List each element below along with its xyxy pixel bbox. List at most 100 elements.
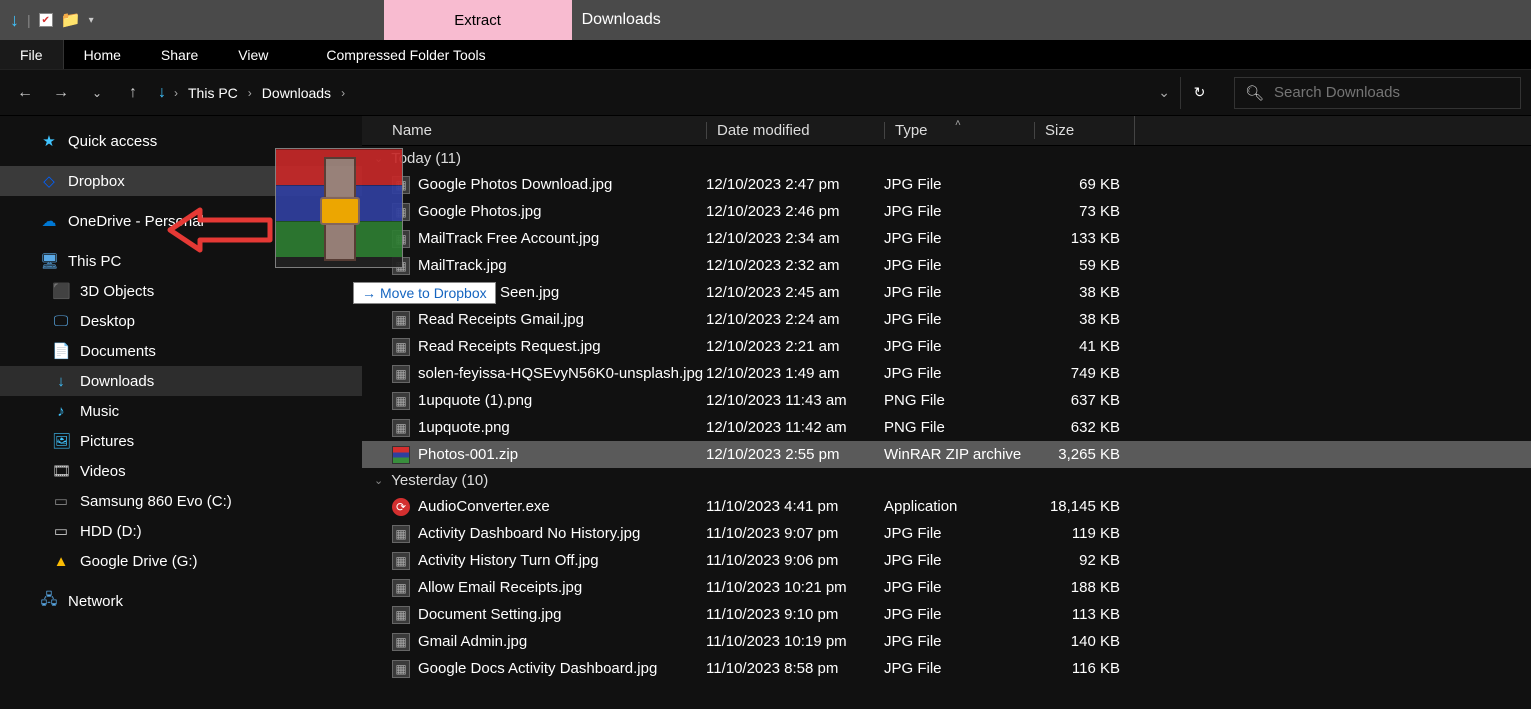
refresh-button[interactable]: ↻ [1180,77,1218,109]
file-date: 12/10/2023 2:55 pm [706,446,884,463]
file-type: JPG File [884,176,1034,193]
new-folder-icon[interactable]: 📁 [61,10,81,30]
column-header-date[interactable]: Date modified [706,122,884,139]
menu-home[interactable]: Home [64,40,141,69]
file-type: JPG File [884,552,1034,569]
file-type: JPG File [884,606,1034,623]
winrar-archive-icon [275,148,403,268]
sort-indicator-icon: ˄ [955,118,961,129]
sidebar-music[interactable]: ♪Music [0,396,362,426]
file-row[interactable]: ▦Google Docs Activity Dashboard.jpg11/10… [362,655,1531,682]
file-name: Google Docs Activity Dashboard.jpg [418,660,706,677]
sidebar-pictures[interactable]: 🖼Pictures [0,426,362,456]
sidebar-item-label: HDD (D:) [80,523,142,540]
file-type: JPG File [884,365,1034,382]
file-row[interactable]: Photos-001.zip12/10/2023 2:55 pmWinRAR Z… [362,441,1531,468]
pc-icon: 🖥 [40,252,58,270]
image-file-icon: ▦ [392,525,410,543]
file-row[interactable]: ▦Allow Email Receipts.jpg11/10/2023 10:2… [362,574,1531,601]
file-row[interactable]: ▦MailTracker Seen.jpg12/10/2023 2:45 amJ… [362,279,1531,306]
nav-back-button[interactable]: ← [10,78,40,108]
menu-share[interactable]: Share [141,40,218,69]
nav-forward-button[interactable]: → [46,78,76,108]
file-date: 11/10/2023 10:21 pm [706,579,884,596]
sidebar-documents[interactable]: 📄 Documents [0,336,362,366]
cube-icon: ⬛ [52,282,70,300]
sidebar-item-label: Dropbox [68,173,125,190]
group-header[interactable]: ⌄ Yesterday (10) [362,468,1531,493]
file-row[interactable]: ▦MailTrack.jpg12/10/2023 2:32 amJPG File… [362,252,1531,279]
nav-up-button[interactable]: ↑ [118,78,148,108]
file-date: 12/10/2023 11:42 am [706,419,884,436]
file-name: 1upquote (1).png [418,392,706,409]
sidebar-drive-d[interactable]: ▭ HDD (D:) [0,516,362,546]
group-header[interactable]: ⌄Today (11) [362,146,1531,171]
sidebar-3d-objects[interactable]: ⬛3D Objects [0,276,362,306]
nav-history-dropdown[interactable]: ⌄ [82,78,112,108]
file-size: 38 KB [1034,311,1130,328]
image-file-icon: ▦ [392,365,410,383]
menu-file[interactable]: File [0,40,64,69]
sidebar-network[interactable]: 🖧Network [0,586,362,616]
menu-view[interactable]: View [218,40,288,69]
column-header-size[interactable]: Size [1034,122,1134,139]
file-row[interactable]: ▦Google Photos.jpg12/10/2023 2:46 pmJPG … [362,198,1531,225]
chevron-down-icon: ⌄ [374,474,383,487]
properties-icon[interactable]: ✔ [39,13,53,27]
ribbon-context-tab-extract[interactable]: Extract [384,0,572,40]
menu-compressed-folder-tools[interactable]: Compressed Folder Tools [306,40,505,69]
document-icon: 📄 [52,342,70,360]
file-row[interactable]: ▦Activity Dashboard No History.jpg11/10/… [362,520,1531,547]
file-row[interactable]: ▦1upquote.png12/10/2023 11:42 amPNG File… [362,414,1531,441]
column-header-name[interactable]: Name [392,122,706,139]
search-box[interactable]: 🔍︎ [1234,77,1521,109]
file-date: 12/10/2023 2:46 pm [706,203,884,220]
file-name: Allow Email Receipts.jpg [418,579,706,596]
file-name: MailTrack.jpg [418,257,706,274]
file-name: Gmail Admin.jpg [418,633,706,650]
file-date: 12/10/2023 2:47 pm [706,176,884,193]
group-label: Yesterday (10) [391,472,488,489]
file-row[interactable]: ▦Activity History Turn Off.jpg11/10/2023… [362,547,1531,574]
sidebar-downloads[interactable]: ↓Downloads [0,366,362,396]
search-icon: 🔍︎ [1245,84,1264,102]
file-row[interactable]: ▦Read Receipts Gmail.jpg12/10/2023 2:24 … [362,306,1531,333]
file-size: 140 KB [1034,633,1130,650]
file-row[interactable]: ▦Gmail Admin.jpg11/10/2023 10:19 pmJPG F… [362,628,1531,655]
sidebar-videos[interactable]: 🎞Videos [0,456,362,486]
file-row[interactable]: ▦MailTrack Free Account.jpg12/10/2023 2:… [362,225,1531,252]
breadcrumb-downloads[interactable]: Downloads [258,85,335,101]
file-date: 12/10/2023 2:34 am [706,230,884,247]
address-dropdown-icon[interactable]: ⌄ [1158,84,1170,101]
navigation-bar: ← → ⌄ ↑ ↓ › This PC › Downloads › ⌄ ↻ 🔍︎ [0,70,1531,116]
address-bar[interactable]: ↓ › This PC › Downloads › ⌄ [154,77,1174,109]
sidebar-item-label: Pictures [80,433,134,450]
file-type: PNG File [884,392,1034,409]
google-drive-icon: ▲ [52,553,70,570]
file-name: Activity Dashboard No History.jpg [418,525,706,542]
qat-dropdown-icon[interactable]: ▾ [89,15,94,26]
file-row[interactable]: ▦Read Receipts Request.jpg12/10/2023 2:2… [362,333,1531,360]
file-row[interactable]: ▦1upquote (1).png12/10/2023 11:43 amPNG … [362,387,1531,414]
sidebar-desktop[interactable]: 🖵Desktop [0,306,362,336]
file-date: 11/10/2023 8:58 pm [706,660,884,677]
image-file-icon: ▦ [392,338,410,356]
file-row[interactable]: ▦Google Photos Download.jpg12/10/2023 2:… [362,171,1531,198]
file-type: JPG File [884,284,1034,301]
breadcrumb-sep-icon: › [248,86,252,100]
file-row[interactable]: ⟳AudioConverter.exe11/10/2023 4:41 pmApp… [362,493,1531,520]
column-header-type[interactable]: Type˄ [884,122,1034,139]
file-row[interactable]: ▦Document Setting.jpg11/10/2023 9:10 pmJ… [362,601,1531,628]
file-size: 632 KB [1034,419,1130,436]
download-arrow-icon[interactable]: ↓ [10,10,19,31]
sidebar-drive-c[interactable]: ▭Samsung 860 Evo (C:) [0,486,362,516]
image-file-icon: ▦ [392,419,410,437]
sidebar-item-label: Documents [80,343,156,360]
sidebar-google-drive[interactable]: ▲Google Drive (G:) [0,546,362,576]
breadcrumb-this-pc[interactable]: This PC [184,85,242,101]
search-input[interactable] [1274,84,1510,101]
file-date: 11/10/2023 10:19 pm [706,633,884,650]
file-row[interactable]: ▦solen-feyissa-HQSEvyN56K0-unsplash.jpg1… [362,360,1531,387]
window-title: Downloads [582,0,661,40]
file-name: MailTrack Free Account.jpg [418,230,706,247]
